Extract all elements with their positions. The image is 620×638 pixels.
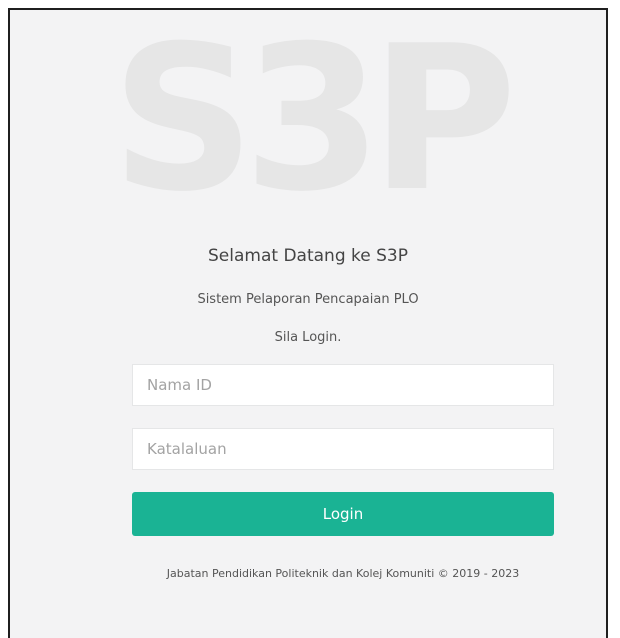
login-panel: S3P Selamat Datang ke S3P Sistem Pelapor…: [8, 8, 608, 638]
s3p-logo-watermark: S3P: [111, 8, 517, 236]
login-prompt: Sila Login.: [274, 330, 342, 345]
login-button[interactable]: Login: [132, 492, 554, 536]
footer-copyright: Jabatan Pendidikan Politeknik dan Kolej …: [166, 567, 520, 580]
system-subtitle: Sistem Pelaporan Pencapaian PLO: [197, 292, 419, 307]
password-input[interactable]: [132, 428, 554, 470]
welcome-heading: Selamat Datang ke S3P: [208, 246, 408, 266]
username-input[interactable]: [132, 364, 554, 406]
